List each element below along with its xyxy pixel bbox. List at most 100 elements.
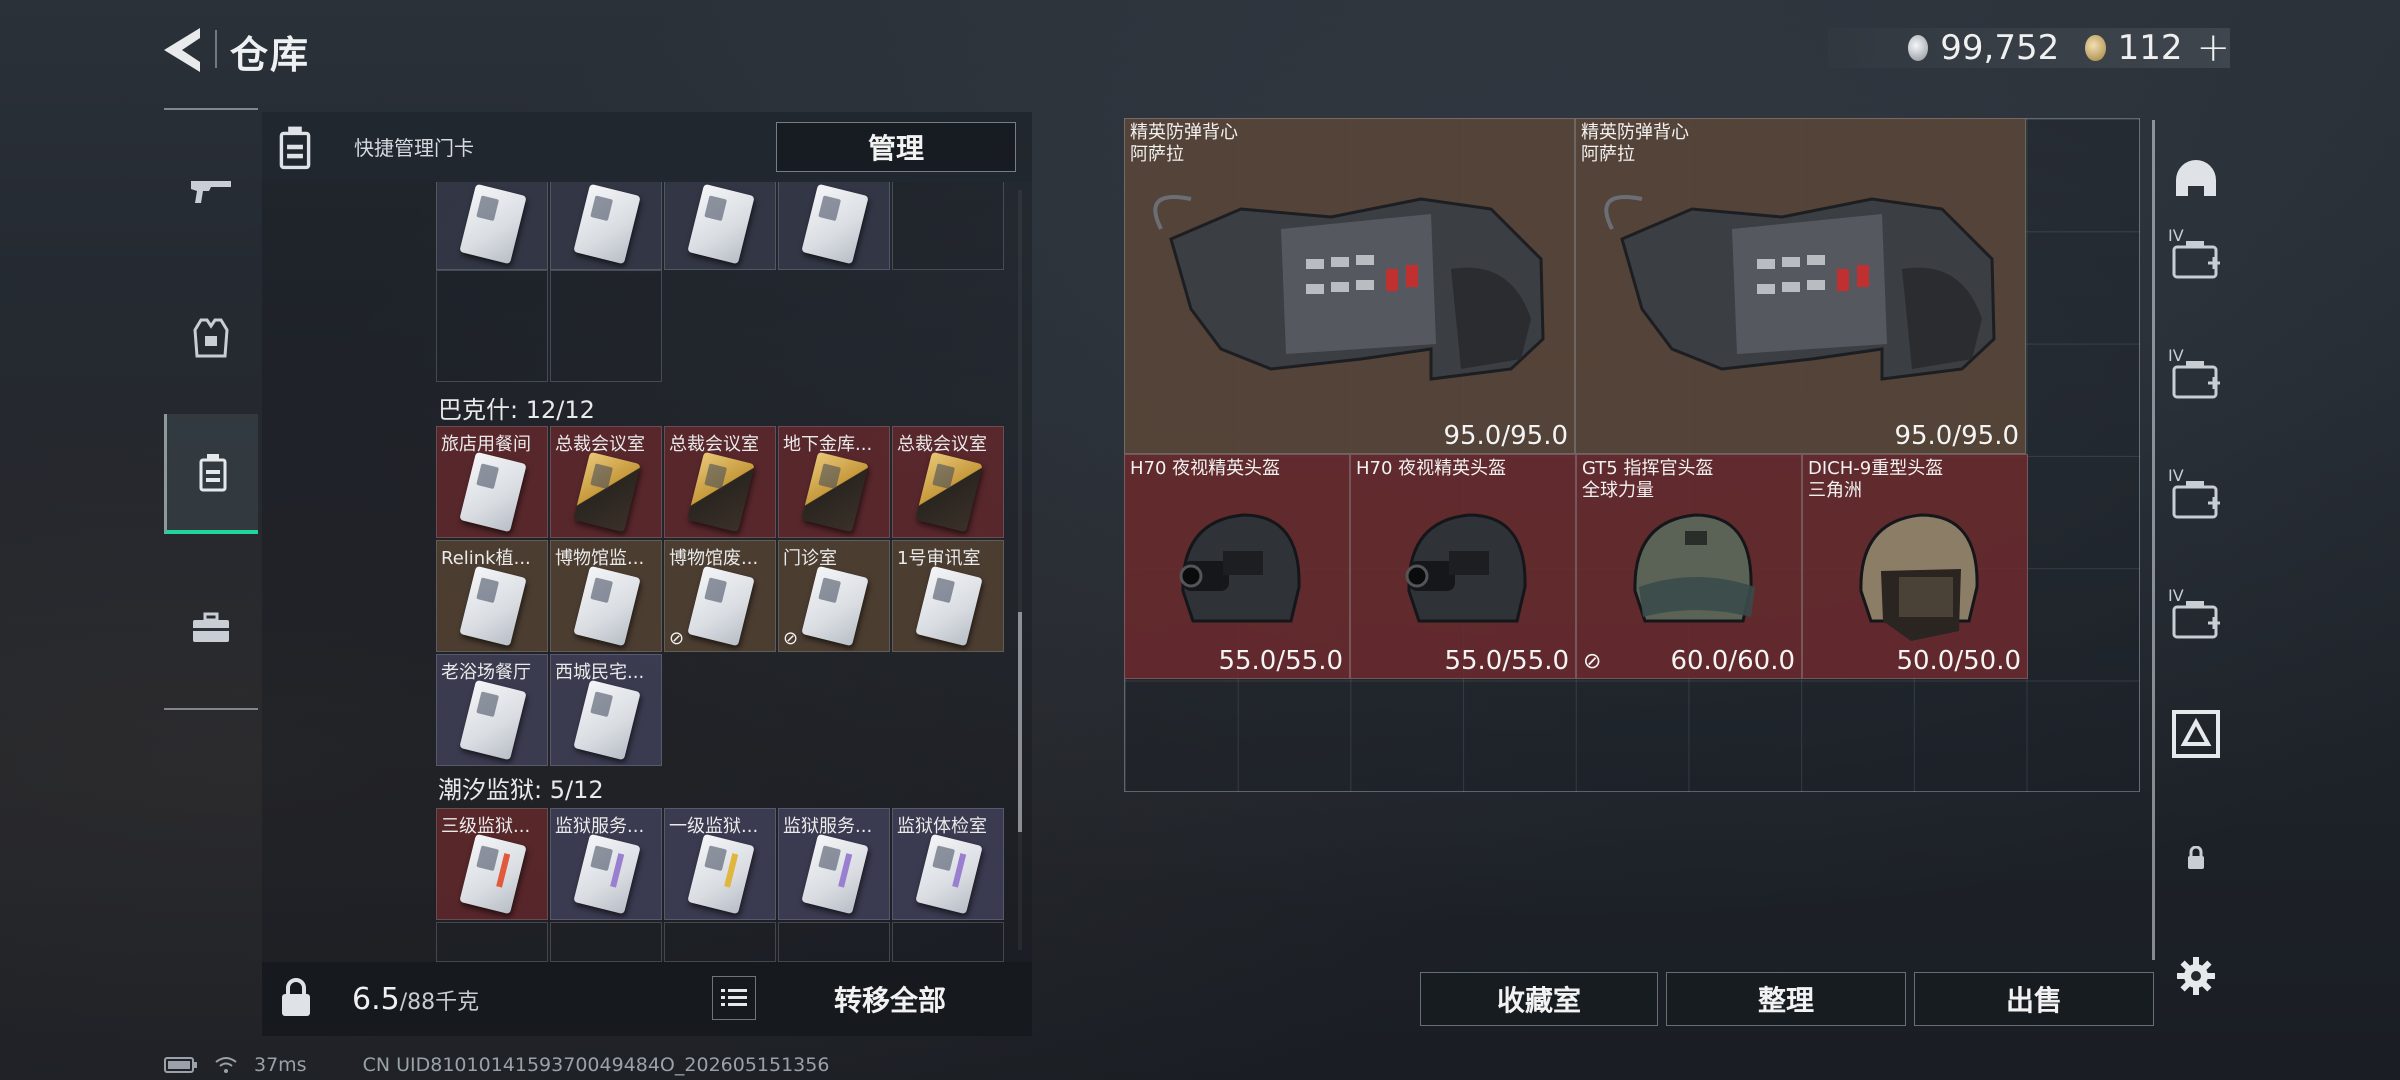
helmet-image <box>1405 513 1527 623</box>
keycard-slot[interactable] <box>778 180 890 270</box>
keycard-name: 老浴场餐厅 <box>441 662 531 683</box>
item-name-block: H70 夜视精英头盔 <box>1130 458 1280 480</box>
helmet-image <box>1179 513 1301 623</box>
keycard-slot[interactable]: 老浴场餐厅 <box>436 654 548 766</box>
add-currency-button[interactable]: + <box>2196 25 2230 71</box>
empty-slot <box>436 270 548 382</box>
keycard-slot[interactable]: 总裁会议室 <box>550 426 662 538</box>
currency-bar: 99,752 112 + <box>1828 25 2230 71</box>
empty-slot <box>436 922 548 962</box>
vest-image <box>1604 195 1996 381</box>
keycard-name: 监狱服务... <box>555 816 645 837</box>
keycard-name: 监狱体检室 <box>897 816 987 837</box>
item-subname: 三角洲 <box>1808 480 1862 501</box>
no-carry-icon: ⊘ <box>669 628 685 649</box>
keycard-slot[interactable] <box>664 180 776 270</box>
keycard-image <box>801 451 869 533</box>
keycard-slot[interactable]: 监狱服务... <box>550 808 662 920</box>
keycard-image <box>915 451 983 533</box>
list-view-button[interactable] <box>712 976 756 1020</box>
transfer-all-button[interactable]: 转移全部 <box>780 976 1000 1022</box>
helmet-slot-icon[interactable] <box>2168 150 2224 206</box>
case-add-icon-2[interactable]: IV <box>2168 586 2224 646</box>
keycard-name: 博物馆监... <box>555 548 645 569</box>
item-art <box>1163 491 1313 645</box>
nav-weapon[interactable] <box>164 130 258 250</box>
keycard-slot[interactable]: 总裁会议室 <box>892 426 1004 538</box>
nav-case[interactable] <box>164 568 258 688</box>
keycard-name: 地下金库... <box>783 434 873 455</box>
lock-icon[interactable] <box>2168 830 2224 886</box>
item-subname: 阿萨拉 <box>1130 144 1184 165</box>
keycard-slot[interactable]: 博物馆废... ⊘ <box>664 540 776 652</box>
carry-weight: 6.5/88千克 <box>352 982 479 1017</box>
empty-slot <box>550 922 662 962</box>
keycard-image <box>801 833 869 915</box>
scrollbar-track[interactable] <box>1018 190 1022 950</box>
item-name: H70 夜视精英头盔 <box>1356 458 1507 479</box>
keycard-image <box>687 833 755 915</box>
keycard-name: 一级监狱... <box>669 816 759 837</box>
back-button[interactable] <box>160 24 208 76</box>
empty-slot <box>892 180 1004 270</box>
armor-vest-item[interactable]: 精英防弹背心 阿萨拉 95.0/95.0 <box>1124 118 1575 454</box>
keycard-slot[interactable] <box>550 180 662 270</box>
item-name: 精英防弹背心 <box>1130 122 1238 143</box>
case-add-icon-1[interactable]: IV <box>2168 226 2224 286</box>
doc-case-icon[interactable]: IV <box>2168 466 2224 526</box>
empty-slot <box>892 922 1004 962</box>
keycard-slot[interactable]: 博物馆监... <box>550 540 662 652</box>
sell-button[interactable]: 出售 <box>1914 972 2154 1026</box>
keycard-slot[interactable]: 1号审讯室 <box>892 540 1004 652</box>
keycard-image <box>687 183 755 265</box>
item-name: 精英防弹背心 <box>1581 122 1689 143</box>
keycard-slot[interactable]: 总裁会议室 <box>664 426 776 538</box>
keycard-slot[interactable] <box>436 180 548 270</box>
right-column-divider <box>2152 120 2155 960</box>
keycard-slot[interactable]: 西城民宅... <box>550 654 662 766</box>
keycard-slot[interactable]: 一级监狱... <box>664 808 776 920</box>
settings-button[interactable] <box>2168 948 2224 1004</box>
keycard-slot[interactable]: 地下金库... <box>778 426 890 538</box>
item-name: GT5 指挥官头盔 <box>1582 458 1714 479</box>
group-label-tidal-prison: 潮汐监狱: 5/12 <box>438 776 604 804</box>
helmet-item[interactable]: DICH-9重型头盔 三角洲 50.0/50.0 <box>1802 454 2028 679</box>
nav-keycards[interactable] <box>164 414 258 534</box>
armor-vest-item[interactable]: 精英防弹背心 阿萨拉 95.0/95.0 <box>1575 118 2026 454</box>
keycard-slot[interactable]: 监狱服务... <box>778 808 890 920</box>
keycard-image <box>573 565 641 647</box>
keycard-name: 总裁会议室 <box>669 434 759 455</box>
collection-room-button[interactable]: 收藏室 <box>1420 972 1658 1026</box>
armor-vest-icon <box>193 318 229 358</box>
battery-icon <box>164 1057 197 1073</box>
currency-gold-amount: 112 <box>2117 28 2183 68</box>
helmet-item[interactable]: H70 夜视精英头盔 55.0/55.0 <box>1124 454 1350 679</box>
keycard-slot[interactable]: 三级监狱... <box>436 808 548 920</box>
pass-case-icon <box>2172 710 2220 758</box>
vest-image <box>1153 195 1545 381</box>
keycard-slot[interactable]: Relink植... <box>436 540 548 652</box>
item-name-block: 精英防弹背心 阿萨拉 <box>1581 122 1689 166</box>
pass-case-icon[interactable] <box>2168 706 2224 762</box>
keycard-slot[interactable]: 旅店用餐间 <box>436 426 548 538</box>
manage-button[interactable]: 管理 <box>776 122 1016 172</box>
nav-armor[interactable] <box>164 278 258 398</box>
helmet-item[interactable]: H70 夜视精英头盔 55.0/55.0 <box>1350 454 1576 679</box>
helmet-item[interactable]: GT5 指挥官头盔 全球力量 60.0/60.0 ⊘ <box>1576 454 1802 679</box>
item-art <box>1582 169 2022 403</box>
organize-button[interactable]: 整理 <box>1666 972 1906 1026</box>
scrollbar-thumb[interactable] <box>1018 612 1022 832</box>
keycard-stripe <box>610 853 625 888</box>
keycard-slot[interactable]: 监狱体检室 <box>892 808 1004 920</box>
case-tier-label: IV <box>2168 466 2184 485</box>
keycard-image <box>573 451 641 533</box>
wifi-icon <box>215 1057 237 1073</box>
cash-case-icon[interactable]: IV <box>2168 346 2224 406</box>
nav-divider-top <box>164 108 258 110</box>
case-tier-label: IV <box>2168 226 2184 245</box>
keycard-image <box>459 679 527 761</box>
keycard-image <box>801 565 869 647</box>
keycard-name: 总裁会议室 <box>555 434 645 455</box>
lock-icon <box>2188 846 2204 869</box>
keycard-slot[interactable]: 门诊室 ⊘ <box>778 540 890 652</box>
